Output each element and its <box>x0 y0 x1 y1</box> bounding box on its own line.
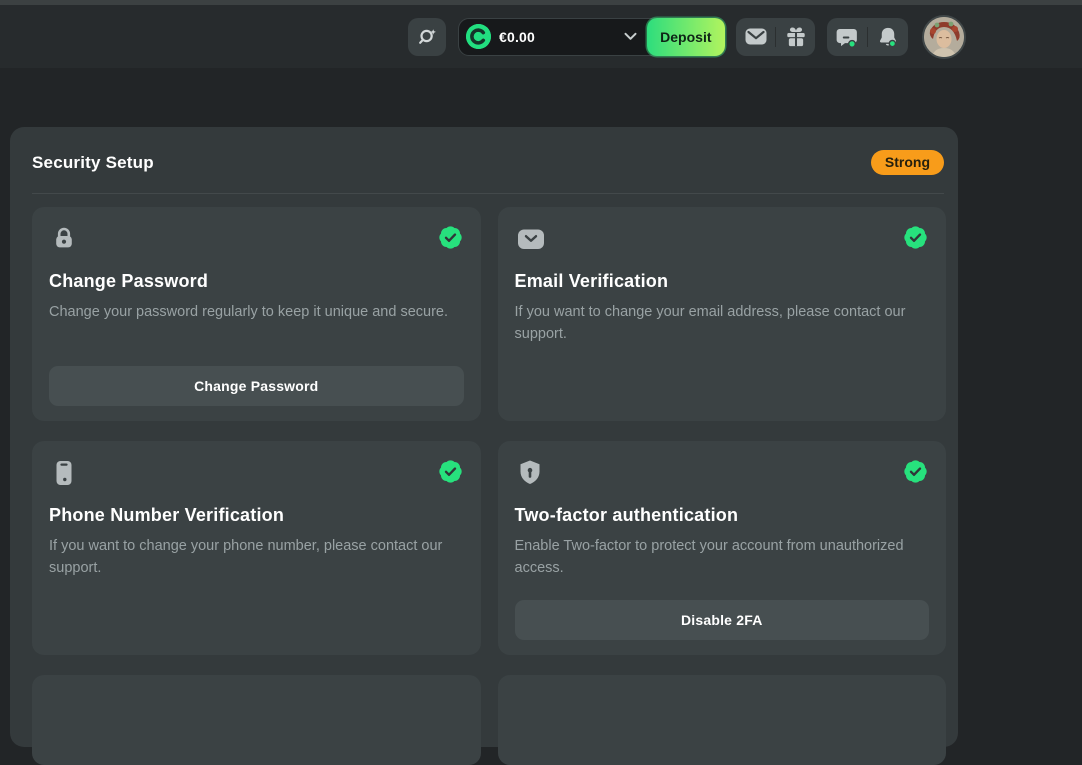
coin-icon <box>466 24 491 49</box>
security-strength-badge: Strong <box>871 150 944 175</box>
card-description: If you want to change your phone number,… <box>49 536 464 580</box>
top-navbar: €0.00 Deposit <box>0 5 1082 68</box>
mail-icon <box>745 28 767 45</box>
chevron-down-icon <box>624 32 637 41</box>
verified-check-badge <box>902 458 929 485</box>
card-phone-verification: Phone Number Verification If you want to… <box>32 441 481 655</box>
verified-check-badge <box>437 224 464 251</box>
chat-button[interactable] <box>827 18 867 56</box>
card-title: Two-factor authentication <box>515 505 930 526</box>
bell-icon <box>877 26 899 48</box>
verified-check-badge <box>902 224 929 251</box>
search-sparkle-icon <box>416 26 438 48</box>
deposit-button[interactable]: Deposit <box>647 18 724 56</box>
card-description: If you want to change your email address… <box>515 302 930 346</box>
security-cards-grid: Change Password Change your password reg… <box>22 194 946 765</box>
phone-icon <box>49 458 79 488</box>
rewards-button[interactable] <box>776 18 815 56</box>
card-description: Enable Two-factor to protect your accoun… <box>515 536 930 580</box>
card-title: Email Verification <box>515 271 930 292</box>
search-button[interactable] <box>408 18 446 56</box>
card-title: Phone Number Verification <box>49 505 464 526</box>
shield-keyhole-icon <box>515 458 545 488</box>
inbox-rewards-group <box>736 18 815 56</box>
card-next-row-left <box>32 675 481 765</box>
card-description: Change your password regularly to keep i… <box>49 302 464 324</box>
gift-icon <box>785 26 807 48</box>
card-title: Change Password <box>49 271 464 292</box>
notifications-button[interactable] <box>868 18 908 56</box>
user-avatar[interactable] <box>922 15 966 59</box>
panel-header: Security Setup Strong <box>22 127 946 193</box>
chat-icon <box>836 26 858 48</box>
inbox-button[interactable] <box>736 18 775 56</box>
security-setup-panel: Security Setup Strong <box>10 127 958 747</box>
card-two-factor: Two-factor authentication Enable Two-fac… <box>498 441 947 655</box>
wallet-selector[interactable]: €0.00 Deposit <box>458 18 724 56</box>
envelope-icon <box>515 224 547 254</box>
chat-notifications-group <box>827 18 908 56</box>
card-email-verification: Email Verification If you want to change… <box>498 207 947 421</box>
verified-check-badge <box>437 458 464 485</box>
page-title: Security Setup <box>32 153 154 173</box>
change-password-button[interactable]: Change Password <box>49 366 464 406</box>
lock-icon <box>49 224 79 254</box>
card-next-row-right <box>498 675 947 765</box>
card-change-password: Change Password Change your password reg… <box>32 207 481 421</box>
wallet-balance: €0.00 <box>499 29 535 45</box>
disable-2fa-button[interactable]: Disable 2FA <box>515 600 930 640</box>
